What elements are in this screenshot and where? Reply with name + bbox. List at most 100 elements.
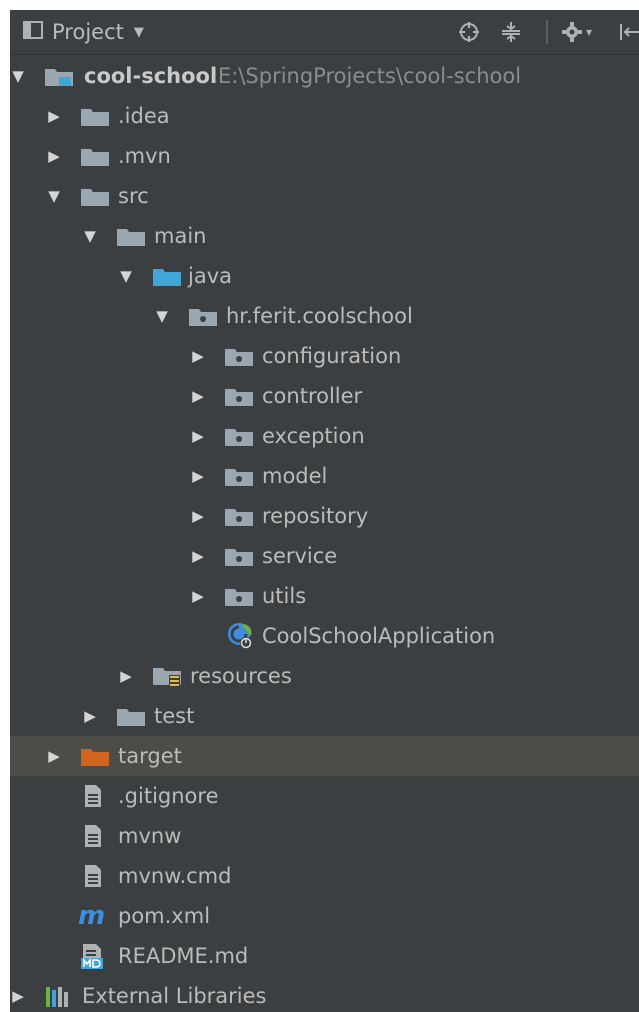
folder-label: main xyxy=(154,224,207,248)
expanded-arrow-icon[interactable]: ▼ xyxy=(118,256,134,296)
tree-item-package-model[interactable]: ▶ model xyxy=(10,456,639,496)
tree-item-idea[interactable]: ▶ .idea xyxy=(10,96,639,136)
file-label: .gitignore xyxy=(118,784,219,808)
text-file-icon xyxy=(82,816,104,856)
tree-item-pom[interactable]: m pom.xml xyxy=(10,896,639,936)
maven-icon: m xyxy=(78,901,106,931)
collapsed-arrow-icon[interactable]: ▶ xyxy=(46,136,62,176)
tree-item-target[interactable]: ▶ target xyxy=(10,736,639,776)
package-icon xyxy=(224,416,254,456)
package-label: repository xyxy=(262,504,369,528)
view-title: Project xyxy=(52,20,124,44)
collapsed-arrow-icon[interactable]: ▶ xyxy=(190,416,206,456)
folder-icon xyxy=(116,696,146,736)
tree-item-package-configuration[interactable]: ▶ configuration xyxy=(10,336,639,376)
libraries-label: External Libraries xyxy=(82,984,267,1008)
module-folder-icon xyxy=(44,56,74,96)
package-label: exception xyxy=(262,424,365,448)
excluded-folder-icon xyxy=(80,736,110,776)
project-tool-window: Project ▼ ▾ ▼ cool-school E:\SpringProje… xyxy=(10,10,639,1012)
folder-icon xyxy=(80,96,110,136)
package-label: hr.ferit.coolschool xyxy=(226,304,413,328)
tree-item-external-libraries[interactable]: ▶ External Libraries xyxy=(10,976,639,1012)
module-name: cool-school xyxy=(84,64,218,88)
tree-item-package-exception[interactable]: ▶ exception xyxy=(10,416,639,456)
tree-item-main[interactable]: ▼ main xyxy=(10,216,639,256)
tree-item-mvnw-cmd[interactable]: mvnw.cmd xyxy=(10,856,639,896)
tree-item-package-repository[interactable]: ▶ repository xyxy=(10,496,639,536)
package-label: configuration xyxy=(262,344,402,368)
text-file-icon xyxy=(82,776,104,816)
package-label: service xyxy=(262,544,338,568)
folder-label: src xyxy=(118,184,149,208)
package-icon xyxy=(224,496,254,536)
package-label: model xyxy=(262,464,328,488)
package-label: utils xyxy=(262,584,307,608)
class-label: CoolSchoolApplication xyxy=(262,624,496,648)
collapsed-arrow-icon[interactable]: ▶ xyxy=(10,976,26,1012)
package-icon xyxy=(224,336,254,376)
expanded-arrow-icon[interactable]: ▼ xyxy=(10,56,26,96)
tree-item-package-service[interactable]: ▶ service xyxy=(10,536,639,576)
collapsed-arrow-icon[interactable]: ▶ xyxy=(46,96,62,136)
folder-label: resources xyxy=(190,664,292,688)
expanded-arrow-icon[interactable]: ▼ xyxy=(82,216,98,256)
file-label: pom.xml xyxy=(118,904,211,928)
source-folder-icon xyxy=(152,256,182,296)
chevron-down-icon: ▼ xyxy=(133,24,144,40)
package-icon xyxy=(224,536,254,576)
tree-item-readme[interactable]: README.md xyxy=(10,936,639,976)
tree-item-mvnw[interactable]: mvnw xyxy=(10,816,639,856)
tree-item-gitignore[interactable]: .gitignore xyxy=(10,776,639,816)
package-icon xyxy=(224,576,254,616)
folder-icon xyxy=(80,176,110,216)
spring-boot-class-icon xyxy=(226,616,256,656)
collapsed-arrow-icon[interactable]: ▶ xyxy=(190,496,206,536)
package-icon xyxy=(224,376,254,416)
folder-label: .mvn xyxy=(118,144,171,168)
file-label: README.md xyxy=(118,944,249,968)
collapsed-arrow-icon[interactable]: ▶ xyxy=(82,696,98,736)
hide-icon[interactable] xyxy=(618,10,639,54)
tree-item-cool-school-application[interactable]: CoolSchoolApplication xyxy=(10,616,639,656)
folder-label: .idea xyxy=(118,104,170,128)
collapse-icon[interactable] xyxy=(500,10,522,54)
tree-item-java[interactable]: ▼ java xyxy=(10,256,639,296)
folder-label: test xyxy=(154,704,195,728)
collapsed-arrow-icon[interactable]: ▶ xyxy=(190,576,206,616)
folder-label: java xyxy=(188,264,232,288)
locate-icon[interactable] xyxy=(458,10,480,54)
project-view-icon xyxy=(22,19,44,45)
collapsed-arrow-icon[interactable]: ▶ xyxy=(190,536,206,576)
header-divider xyxy=(546,20,548,44)
tree-item-package-utils[interactable]: ▶ utils xyxy=(10,576,639,616)
file-label: mvnw.cmd xyxy=(118,864,232,888)
package-icon xyxy=(224,456,254,496)
collapsed-arrow-icon[interactable]: ▶ xyxy=(46,736,62,776)
libraries-icon xyxy=(44,976,74,1012)
tree-item-package-root[interactable]: ▼ hr.ferit.coolschool xyxy=(10,296,639,336)
file-label: mvnw xyxy=(118,824,182,848)
chevron-down-icon: ▾ xyxy=(586,25,593,39)
collapsed-arrow-icon[interactable]: ▶ xyxy=(190,376,206,416)
expanded-arrow-icon[interactable]: ▼ xyxy=(46,176,62,216)
tree-item-resources[interactable]: ▶ resources xyxy=(10,656,639,696)
package-label: controller xyxy=(262,384,363,408)
resources-folder-icon xyxy=(152,656,182,696)
folder-icon xyxy=(80,136,110,176)
collapsed-arrow-icon[interactable]: ▶ xyxy=(118,656,134,696)
folder-icon xyxy=(116,216,146,256)
tree-item-package-controller[interactable]: ▶ controller xyxy=(10,376,639,416)
tool-window-header: Project ▼ ▾ xyxy=(10,10,639,55)
collapsed-arrow-icon[interactable]: ▶ xyxy=(190,336,206,376)
tree-item-mvn[interactable]: ▶ .mvn xyxy=(10,136,639,176)
settings-icon[interactable]: ▾ xyxy=(560,10,592,54)
tree-item-cool-school[interactable]: ▼ cool-school E:\SpringProjects\cool-sch… xyxy=(10,56,639,96)
markdown-file-icon xyxy=(80,936,106,976)
text-file-icon xyxy=(82,856,104,896)
expanded-arrow-icon[interactable]: ▼ xyxy=(154,296,170,336)
tree-item-src[interactable]: ▼ src xyxy=(10,176,639,216)
view-selector[interactable]: Project ▼ xyxy=(10,10,144,54)
collapsed-arrow-icon[interactable]: ▶ xyxy=(190,456,206,496)
tree-item-test[interactable]: ▶ test xyxy=(10,696,639,736)
